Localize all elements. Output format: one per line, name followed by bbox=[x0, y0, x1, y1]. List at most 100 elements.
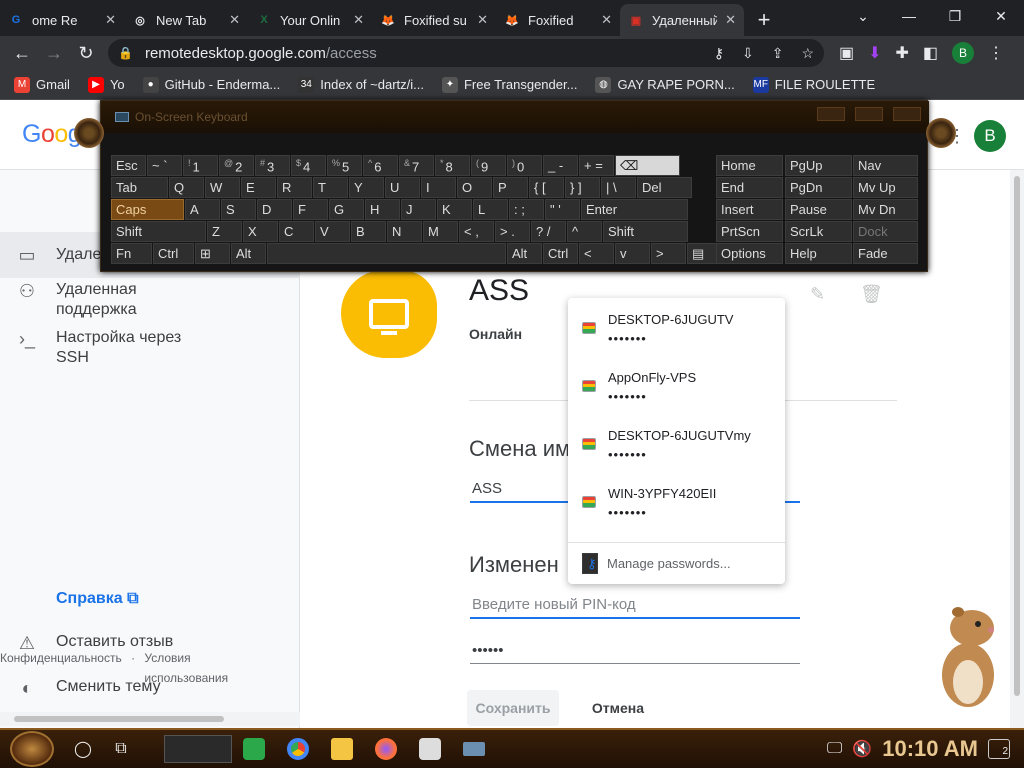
osk-key[interactable]: Ctrl bbox=[153, 243, 194, 264]
osk-key[interactable]: ) 0 bbox=[507, 155, 542, 176]
osk-key[interactable]: I bbox=[421, 177, 456, 198]
file-explorer-icon[interactable] bbox=[320, 732, 364, 766]
osk-nav-key[interactable]: ScrLk bbox=[785, 221, 852, 242]
osk-key[interactable]: A bbox=[185, 199, 220, 220]
tab-1[interactable]: ◎ New Tab ✕ bbox=[124, 4, 248, 36]
clock[interactable]: 10:10 AM bbox=[882, 736, 978, 762]
osk-key[interactable]: ^ 6 bbox=[363, 155, 398, 176]
osk-key[interactable]: _ - bbox=[543, 155, 578, 176]
osk-key[interactable]: J bbox=[401, 199, 436, 220]
osk-nav-key[interactable]: Pause bbox=[785, 199, 852, 220]
firefox-icon[interactable] bbox=[364, 732, 408, 766]
terms-link[interactable]: Условия использования bbox=[144, 648, 234, 688]
close-tab-icon[interactable]: ✕ bbox=[229, 12, 240, 28]
osk-key[interactable]: Shift bbox=[603, 221, 688, 242]
password-suggestion[interactable]: DESKTOP-6JUGUTVmy ••••••• bbox=[568, 414, 785, 472]
notification-icon[interactable]: 2 bbox=[988, 739, 1010, 759]
password-suggestion[interactable]: DESKTOP-6JUGUTV ••••••• bbox=[568, 298, 785, 356]
osk-key[interactable]: (9 bbox=[471, 155, 506, 176]
keyboard-taskbar-icon[interactable] bbox=[452, 732, 496, 766]
osk-key[interactable]: O bbox=[457, 177, 492, 198]
osk-key[interactable]: > bbox=[651, 243, 686, 264]
osk-key[interactable]: : ; bbox=[509, 199, 544, 220]
osk-minimize-button[interactable] bbox=[817, 107, 845, 121]
volume-muted-icon[interactable]: 🔇 bbox=[852, 739, 872, 759]
cancel-button[interactable]: Отмена bbox=[582, 690, 654, 726]
osk-key[interactable]: G bbox=[329, 199, 364, 220]
bookmark-item[interactable]: M Gmail bbox=[14, 76, 70, 93]
osk-key[interactable]: T bbox=[313, 177, 348, 198]
osk-key[interactable]: * 8 bbox=[435, 155, 470, 176]
osk-key[interactable]: W bbox=[205, 177, 240, 198]
osk-key[interactable]: H bbox=[365, 199, 400, 220]
osk-key[interactable]: X bbox=[243, 221, 278, 242]
osk-key[interactable]: Q bbox=[169, 177, 204, 198]
osk-key[interactable]: @2 bbox=[219, 155, 254, 176]
star-icon[interactable]: ☆ bbox=[801, 45, 814, 62]
osk-key[interactable]: Y bbox=[349, 177, 384, 198]
osk-key[interactable]: M bbox=[423, 221, 458, 242]
osk-nav-key[interactable]: Mv Dn bbox=[853, 199, 918, 220]
install-icon[interactable]: ⇩ bbox=[742, 45, 754, 62]
close-tab-icon[interactable]: ✕ bbox=[353, 12, 364, 28]
osk-key[interactable]: Caps bbox=[111, 199, 184, 220]
osk-nav-key[interactable]: Help bbox=[785, 243, 852, 264]
osk-nav-key[interactable]: End bbox=[716, 177, 783, 198]
osk-nav-key[interactable]: PgUp bbox=[785, 155, 852, 176]
password-suggestion[interactable]: WIN-3YPFY420EII ••••••• bbox=[568, 472, 785, 530]
password-suggestion[interactable]: AppOnFly-VPS ••••••• bbox=[568, 356, 785, 414]
pin-field[interactable]: Введите новый PIN-код bbox=[470, 592, 800, 619]
bookmark-item[interactable]: ▶ Yo bbox=[87, 76, 125, 93]
osk-key[interactable]: & 7 bbox=[399, 155, 434, 176]
manage-passwords-button[interactable]: Manage passwords... ⚷ bbox=[568, 542, 785, 584]
restore-icon[interactable]: ❐ bbox=[932, 0, 978, 32]
osk-key[interactable]: U bbox=[385, 177, 420, 198]
tab-0[interactable]: Gome Re ✕ bbox=[0, 4, 124, 36]
osk-titlebar[interactable]: On-Screen Keyboard bbox=[101, 101, 929, 133]
osk-nav-key[interactable]: Mv Up bbox=[853, 177, 918, 198]
osk-key[interactable]: } ] bbox=[565, 177, 600, 198]
tab-2[interactable]: X Your Onlin ✕ bbox=[248, 4, 372, 36]
tab-3[interactable]: 🦊 Foxified su ✕ bbox=[372, 4, 496, 36]
address-bar[interactable]: 🔒 remotedesktop.google.com/access ⚷ ⇩ ⇪ … bbox=[108, 39, 824, 67]
tab-4[interactable]: 🦊 Foxified ✕ bbox=[496, 4, 620, 36]
osk-key[interactable]: F bbox=[293, 199, 328, 220]
extension-icon[interactable]: ▣ bbox=[839, 43, 854, 63]
start-button[interactable] bbox=[10, 731, 54, 767]
sidepanel-icon[interactable]: ◧ bbox=[923, 43, 938, 63]
search-circle-icon[interactable]: ◯ bbox=[72, 738, 94, 760]
osk-key[interactable]: $4 bbox=[291, 155, 326, 176]
osk-key[interactable]: Esc bbox=[111, 155, 146, 176]
osk-nav-key[interactable]: Dock bbox=[853, 221, 918, 242]
key-icon[interactable]: ⚷ bbox=[714, 45, 724, 62]
bookmark-item[interactable]: ● GitHub - Enderma... bbox=[142, 76, 280, 93]
osk-key[interactable]: ~ ` bbox=[147, 155, 182, 176]
vertical-scrollbar[interactable] bbox=[1010, 170, 1024, 728]
reload-icon[interactable]: ↻ bbox=[70, 37, 102, 69]
horizontal-scrollbar[interactable] bbox=[0, 712, 300, 726]
pin-confirm-field[interactable]: •••••• bbox=[470, 638, 800, 664]
osk-key[interactable]: Ctrl bbox=[543, 243, 578, 264]
osk-key[interactable]: D bbox=[257, 199, 292, 220]
osk-key[interactable]: P bbox=[493, 177, 528, 198]
bookmark-item[interactable]: MF FILE ROULETTE bbox=[752, 76, 875, 93]
osk-key[interactable]: " ' bbox=[545, 199, 580, 220]
osk-key[interactable]: + = bbox=[579, 155, 614, 176]
osk-key[interactable]: C bbox=[279, 221, 314, 242]
new-tab-button[interactable]: + bbox=[750, 6, 778, 34]
osk-key[interactable]: ? / bbox=[531, 221, 566, 242]
download-arrow-icon[interactable]: ⬇ bbox=[868, 43, 881, 63]
account-avatar[interactable]: B bbox=[974, 120, 1006, 152]
task-view-icon[interactable]: ⧉ bbox=[110, 738, 132, 760]
osk-nav-key[interactable]: PgDn bbox=[785, 177, 852, 198]
puzzle-icon[interactable]: ✚ bbox=[895, 43, 908, 63]
sidebar-item-ssh[interactable]: ›_ Настройка через SSH bbox=[16, 328, 206, 368]
chevron-down-icon[interactable]: ⌄ bbox=[840, 0, 886, 32]
minimize-icon[interactable]: — bbox=[886, 0, 932, 32]
network-icon[interactable]: 🖵 bbox=[827, 740, 842, 758]
osk-key[interactable]: < bbox=[579, 243, 614, 264]
chrome-taskbar-icon[interactable] bbox=[276, 732, 320, 766]
osk-nav-key[interactable]: Options bbox=[716, 243, 783, 264]
osk-key[interactable]: S bbox=[221, 199, 256, 220]
delete-icon[interactable]: 🗑 bbox=[860, 284, 883, 305]
